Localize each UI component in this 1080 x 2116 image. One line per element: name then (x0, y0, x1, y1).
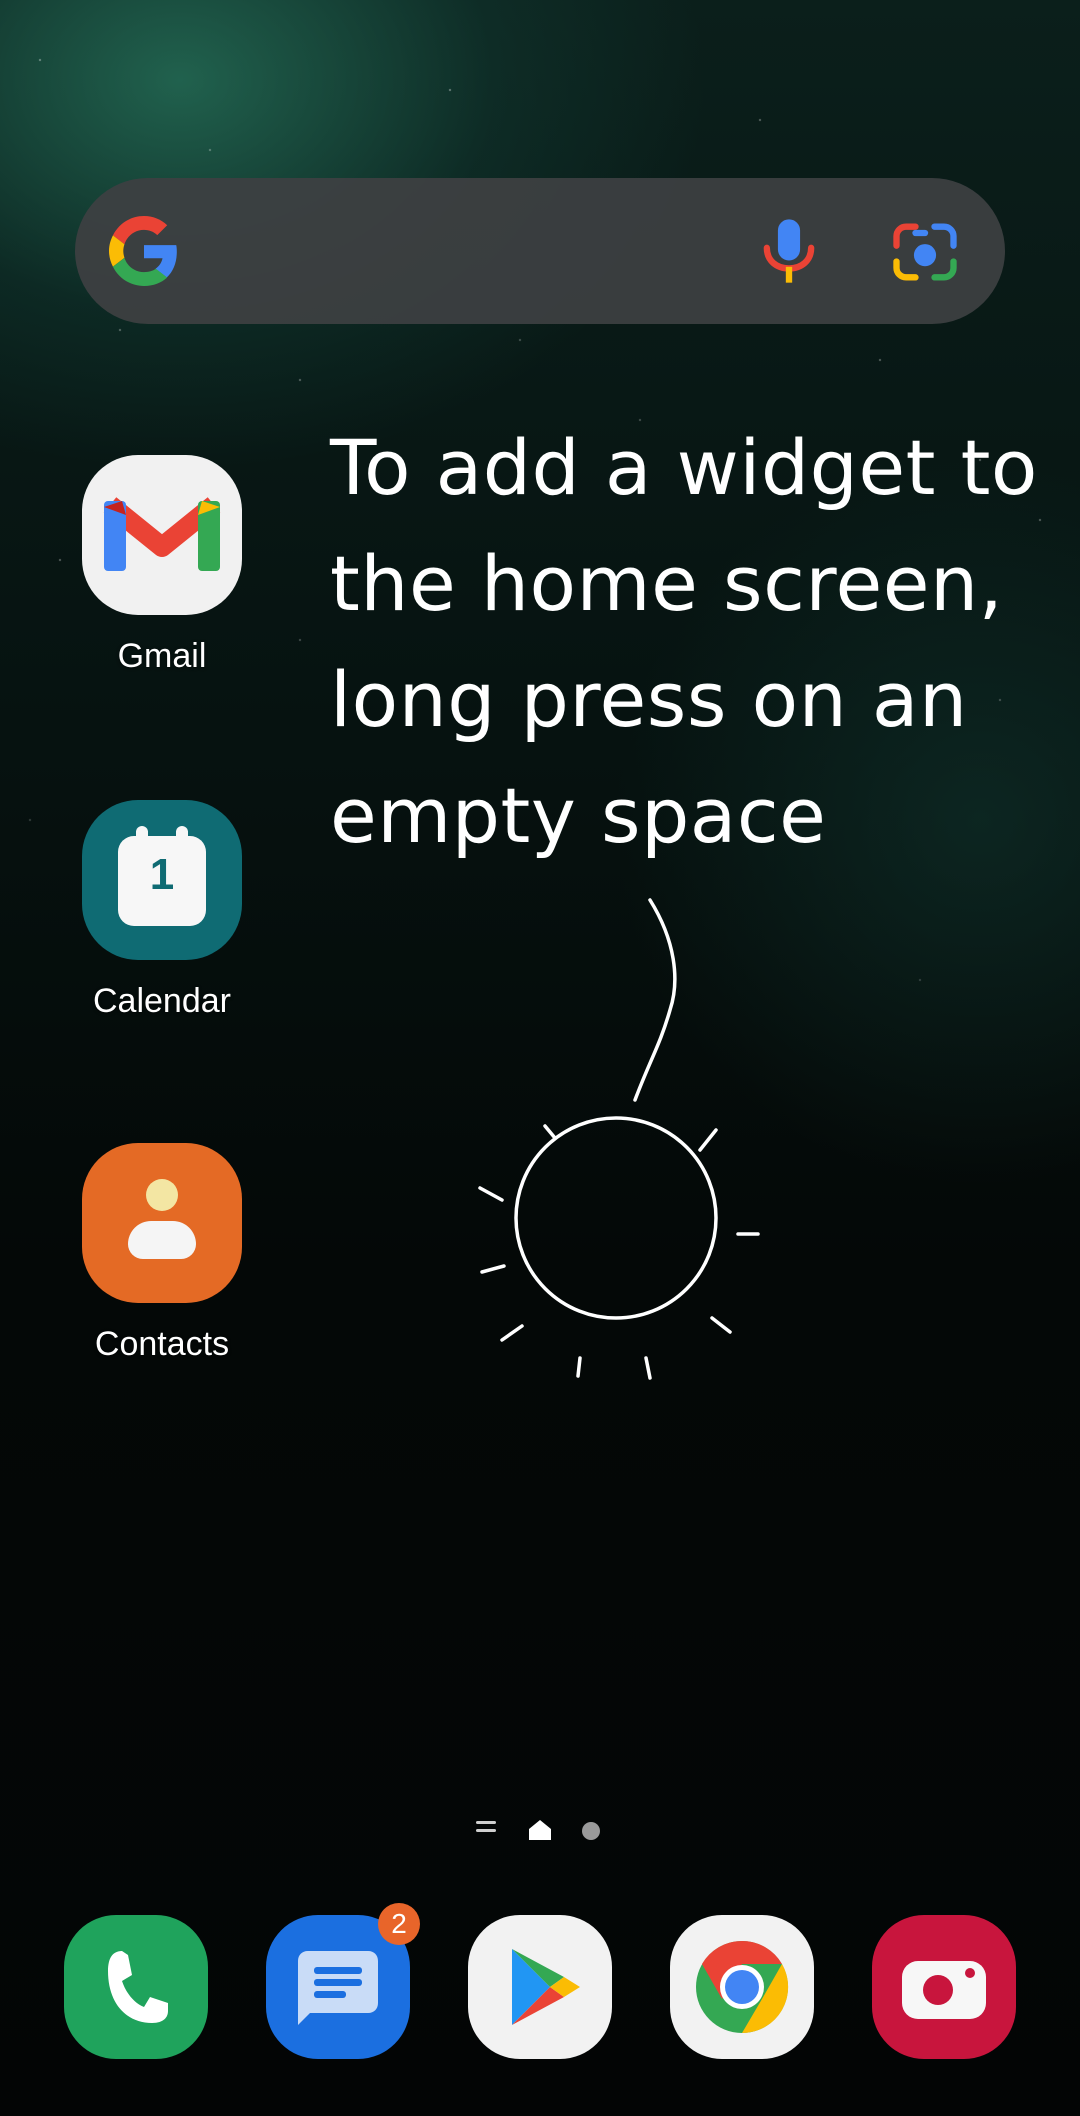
google-lens-icon[interactable] (887, 214, 963, 290)
google-g-icon (109, 216, 177, 286)
dock-chrome[interactable] (670, 1915, 814, 2059)
contacts-icon (82, 1143, 242, 1303)
app-label: Contacts (94, 1325, 230, 1363)
gmail-icon (82, 455, 242, 615)
app-label: Calendar (93, 982, 231, 1020)
calendar-day: 1 (149, 850, 175, 899)
camera-icon (872, 1915, 1016, 2059)
calendar-icon: 1 (82, 800, 242, 960)
list-pages-icon (476, 1821, 496, 1837)
unread-badge: 2 (378, 1903, 420, 1945)
dock: 2 (60, 1903, 1020, 2065)
app-contacts[interactable]: Contacts (76, 1143, 248, 1364)
page-dot (582, 1822, 600, 1840)
long-press-indicator-sketch (478, 898, 760, 1380)
phone-icon (64, 1915, 208, 2059)
instruction-text: To add a widget to the home screen, long… (330, 423, 1038, 860)
dock-messages[interactable]: 2 (266, 1903, 420, 2059)
page-indicator[interactable] (470, 1815, 610, 1845)
dock-camera[interactable] (872, 1915, 1016, 2059)
microphone-icon[interactable] (751, 212, 827, 290)
app-calendar[interactable]: 1 Calendar (76, 800, 248, 1021)
google-search-bar[interactable] (75, 178, 1005, 324)
dock-phone[interactable] (64, 1915, 208, 2059)
chrome-icon (670, 1915, 814, 2059)
dock-play-store[interactable] (468, 1915, 612, 2059)
app-gmail[interactable]: Gmail (76, 455, 248, 676)
app-label: Gmail (117, 637, 207, 675)
play-store-icon (468, 1915, 612, 2059)
home-page-icon (529, 1820, 551, 1840)
